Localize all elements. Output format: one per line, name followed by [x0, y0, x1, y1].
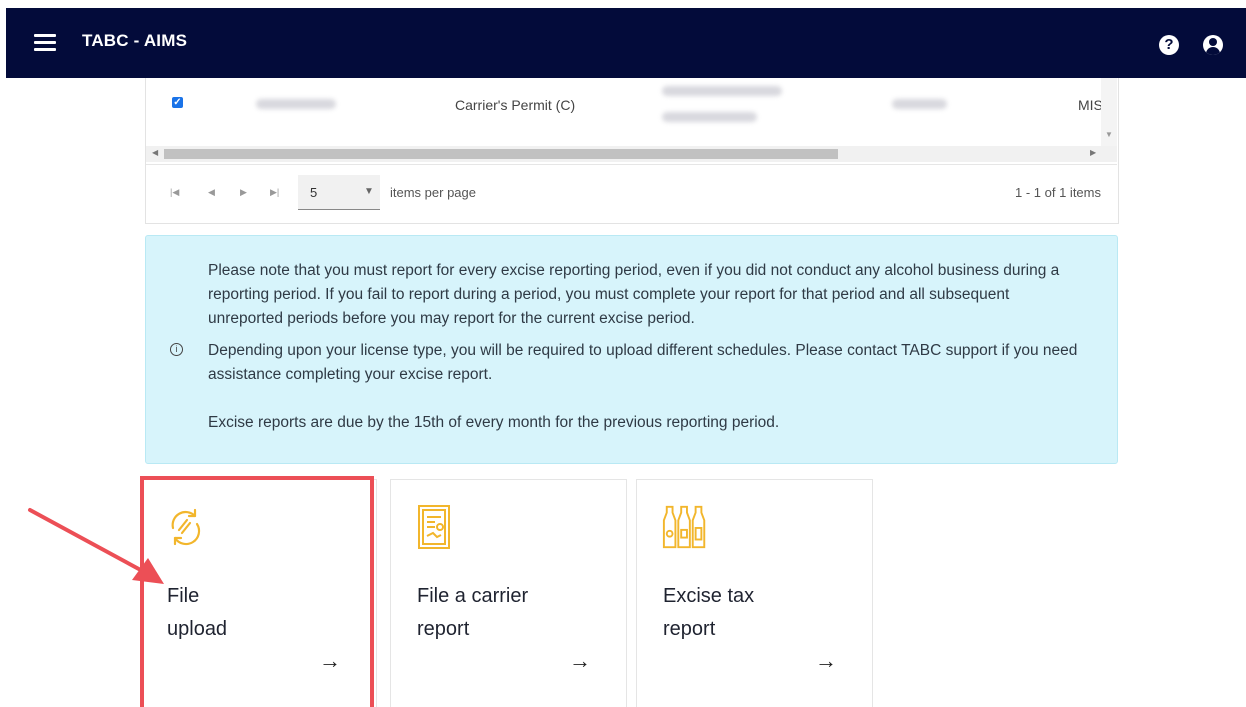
chevron-down-icon: ▼ [364, 186, 374, 197]
next-page-icon[interactable]: ▶ [240, 187, 247, 198]
horizontal-scrollbar[interactable]: ◀ ▶ [146, 146, 1117, 162]
card-label: Excise tax report [663, 585, 755, 640]
redacted-cell [256, 99, 336, 109]
arrow-right-icon: → [569, 648, 591, 673]
annotation-arrow-icon [28, 508, 164, 584]
row-checkbox[interactable]: ✓ [172, 97, 183, 108]
file-upload-card[interactable]: File upload → [140, 479, 377, 707]
card-label: File upload [167, 585, 228, 640]
file-carrier-report-card[interactable]: File a carrier report → [390, 479, 627, 707]
notice-paragraph: Depending upon your license type, you wi… [208, 342, 1078, 383]
first-page-icon[interactable]: |◀ [170, 187, 179, 198]
items-count: 1 - 1 of 1 items [1015, 185, 1101, 200]
page-size-select[interactable]: 5 ▼ [298, 175, 380, 210]
permits-grid: ✓ Carrier's Permit (C) MIS ▼ ◀ ▶ |◀ ◀ ▶ … [145, 78, 1119, 224]
redacted-cell [662, 112, 757, 122]
items-per-page-label: items per page [390, 185, 476, 200]
app-title: TABC - AIMS [82, 31, 188, 50]
user-account-icon[interactable] [1203, 35, 1223, 55]
redacted-cell [662, 86, 782, 96]
last-page-icon[interactable]: ▶| [270, 187, 279, 198]
previous-page-icon[interactable]: ◀ [208, 187, 215, 198]
page-size-value: 5 [310, 185, 318, 200]
table-row[interactable]: ✓ Carrier's Permit (C) MIS [146, 78, 1103, 140]
notice-paragraph: Please note that you must report for eve… [208, 262, 1060, 327]
info-icon: i [170, 343, 183, 356]
arrow-right-icon: → [815, 648, 837, 673]
certificate-icon [418, 505, 450, 549]
scroll-left-icon[interactable]: ◀ [152, 148, 158, 157]
bottles-icon [662, 505, 706, 549]
arrow-right-icon: → [319, 648, 341, 673]
pager: |◀ ◀ ▶ ▶| 5 ▼ items per page 1 - 1 of 1 … [146, 164, 1117, 223]
notice-paragraph: Excise reports are due by the 15th of ev… [208, 414, 780, 431]
redacted-cell [892, 99, 947, 109]
info-notice: i Please note that you must report for e… [145, 235, 1118, 464]
permit-type-cell: Carrier's Permit (C) [455, 97, 576, 113]
scrollbar-thumb[interactable] [164, 149, 838, 159]
vertical-scrollbar[interactable]: ▼ [1101, 78, 1117, 148]
truncated-cell: MIS [1078, 97, 1103, 113]
top-app-bar: TABC - AIMS ? [6, 8, 1246, 78]
excise-tax-report-card[interactable]: Excise tax report → [636, 479, 873, 707]
card-label: File a carrier report [417, 585, 529, 640]
help-icon[interactable]: ? [1159, 35, 1179, 55]
sync-arrows-icon [171, 508, 201, 546]
scroll-right-icon[interactable]: ▶ [1090, 148, 1096, 157]
hamburger-menu-icon[interactable] [34, 34, 56, 52]
